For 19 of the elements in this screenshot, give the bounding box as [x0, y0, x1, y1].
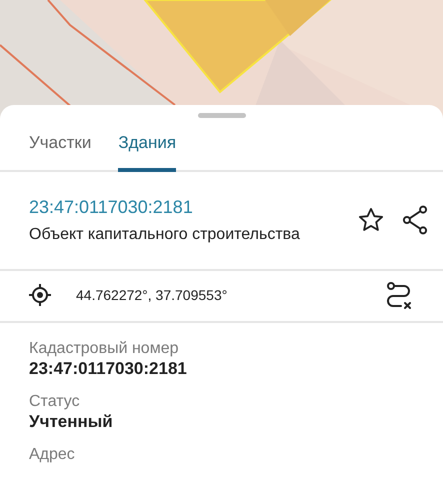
field-value: Учтенный [29, 410, 114, 433]
tab[interactable]: Участки [29, 126, 92, 172]
object-type: Объект капитального строительства [29, 224, 300, 244]
field-label: Кадастровый номер [29, 338, 180, 358]
field-label: Статус [29, 392, 81, 411]
cadastral-number: 23:47:0117030:2181 [29, 196, 194, 218]
favorite-button[interactable] [357, 206, 385, 234]
route-button[interactable] [385, 280, 413, 310]
crosshair-icon [28, 283, 52, 308]
share-button[interactable] [401, 205, 429, 235]
field-value: 23:47:0117030:2181 [29, 358, 188, 380]
coordinates: 44.762272°, 37.709553° [76, 286, 228, 305]
star-icon [357, 206, 385, 234]
field-label: Адрес [29, 445, 76, 464]
tab[interactable]: Здания [118, 126, 176, 172]
share-icon [401, 205, 429, 235]
location-button[interactable] [28, 283, 52, 308]
drag-handle[interactable] [198, 113, 246, 118]
route-icon [385, 280, 413, 310]
